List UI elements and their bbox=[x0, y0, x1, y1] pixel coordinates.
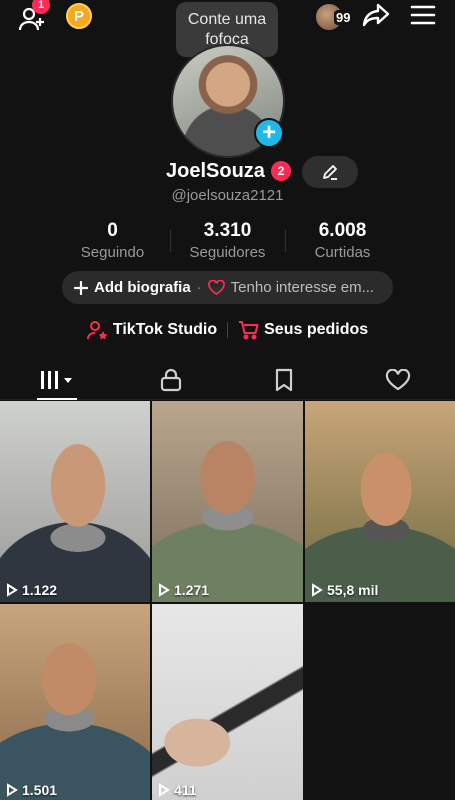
studio-user-icon bbox=[86, 321, 108, 340]
stat-followers[interactable]: 3.310 Seguidores bbox=[170, 220, 285, 264]
stat-value: 6.008 bbox=[318, 220, 367, 241]
edit-profile-button[interactable] bbox=[302, 156, 358, 188]
pencil-icon bbox=[323, 165, 337, 180]
username: JoelSouza bbox=[166, 160, 265, 182]
orders-link[interactable]: Seus pedidos bbox=[238, 320, 368, 340]
play-icon bbox=[312, 583, 323, 597]
empty-cell bbox=[305, 604, 455, 800]
video-image bbox=[305, 401, 455, 602]
videos-grid-icon bbox=[40, 370, 72, 389]
play-icon bbox=[7, 783, 18, 797]
view-count-text: 55,8 mil bbox=[327, 582, 379, 598]
top-bar: 1 P Conte uma fofoca 99 bbox=[0, 0, 455, 63]
share-icon[interactable] bbox=[362, 2, 390, 28]
tab-private[interactable] bbox=[114, 360, 228, 399]
play-icon bbox=[7, 583, 18, 597]
links-divider bbox=[227, 322, 229, 338]
video-thumbnail[interactable]: 1.122 bbox=[0, 401, 150, 602]
video-image bbox=[0, 604, 150, 800]
coin-icon[interactable]: P bbox=[66, 3, 92, 29]
view-count-text: 1.501 bbox=[22, 782, 58, 798]
play-icon bbox=[159, 783, 170, 797]
view-count: 411 bbox=[158, 782, 197, 798]
user-handle: @joelsouza2121 bbox=[171, 187, 284, 204]
view-count-text: 1.122 bbox=[22, 582, 58, 598]
friends-count: 99 bbox=[334, 10, 353, 25]
view-count-text: 411 bbox=[174, 782, 197, 798]
profile-tabs bbox=[0, 360, 455, 400]
stat-label: Seguidores bbox=[189, 244, 266, 261]
plus-icon bbox=[74, 280, 88, 295]
video-thumbnail[interactable]: 1.501 bbox=[0, 604, 150, 800]
username-badge[interactable]: 2 bbox=[271, 161, 291, 181]
view-count: 1.501 bbox=[6, 782, 57, 798]
add-bio-label: Add biografia bbox=[94, 279, 191, 296]
bio-separator: · bbox=[196, 279, 202, 296]
tiktok-studio-link[interactable]: TikTok Studio bbox=[86, 320, 218, 340]
cart-icon bbox=[239, 321, 259, 340]
tab-saved[interactable] bbox=[228, 360, 342, 399]
video-image bbox=[152, 604, 303, 800]
video-thumbnail[interactable]: 1.271 bbox=[152, 401, 303, 602]
video-grid: 1.122 1.271 55,8 mil 1.501 411 bbox=[0, 401, 455, 800]
orders-label: Seus pedidos bbox=[264, 321, 369, 338]
stat-following[interactable]: 0 Seguindo bbox=[55, 220, 170, 264]
heart-icon bbox=[386, 368, 411, 390]
lock-icon bbox=[160, 368, 181, 391]
stat-likes[interactable]: 6.008 Curtidas bbox=[285, 220, 400, 264]
video-thumbnail[interactable]: 55,8 mil bbox=[305, 401, 455, 602]
tab-liked[interactable] bbox=[341, 360, 455, 399]
studio-label: TikTok Studio bbox=[112, 321, 218, 338]
notification-badge: 1 bbox=[32, 0, 50, 14]
stat-value: 3.310 bbox=[203, 220, 252, 241]
stat-label: Seguindo bbox=[80, 244, 145, 261]
links-row: TikTok Studio Seus pedidos bbox=[0, 318, 455, 342]
interest-label: Tenho interesse em... bbox=[230, 279, 375, 296]
tab-videos[interactable] bbox=[0, 360, 114, 400]
view-count: 55,8 mil bbox=[311, 582, 378, 598]
view-count-text: 1.271 bbox=[174, 582, 210, 598]
view-count: 1.271 bbox=[158, 582, 209, 598]
view-count: 1.122 bbox=[6, 582, 57, 598]
bookmark-icon bbox=[276, 368, 293, 391]
video-thumbnail[interactable]: 411 bbox=[152, 604, 303, 800]
heart-outline-icon bbox=[207, 280, 225, 295]
play-icon bbox=[159, 583, 170, 597]
video-image bbox=[152, 401, 303, 602]
stat-label: Curtidas bbox=[314, 244, 371, 261]
video-image bbox=[0, 401, 150, 602]
add-story-icon[interactable]: + bbox=[254, 118, 284, 148]
menu-icon[interactable] bbox=[410, 4, 436, 26]
stat-value: 0 bbox=[107, 220, 118, 241]
bio-row[interactable]: Add biografia · Tenho interesse em... bbox=[62, 271, 393, 304]
stats-row: 0 Seguindo 3.310 Seguidores 6.008 Curtid… bbox=[55, 220, 400, 264]
